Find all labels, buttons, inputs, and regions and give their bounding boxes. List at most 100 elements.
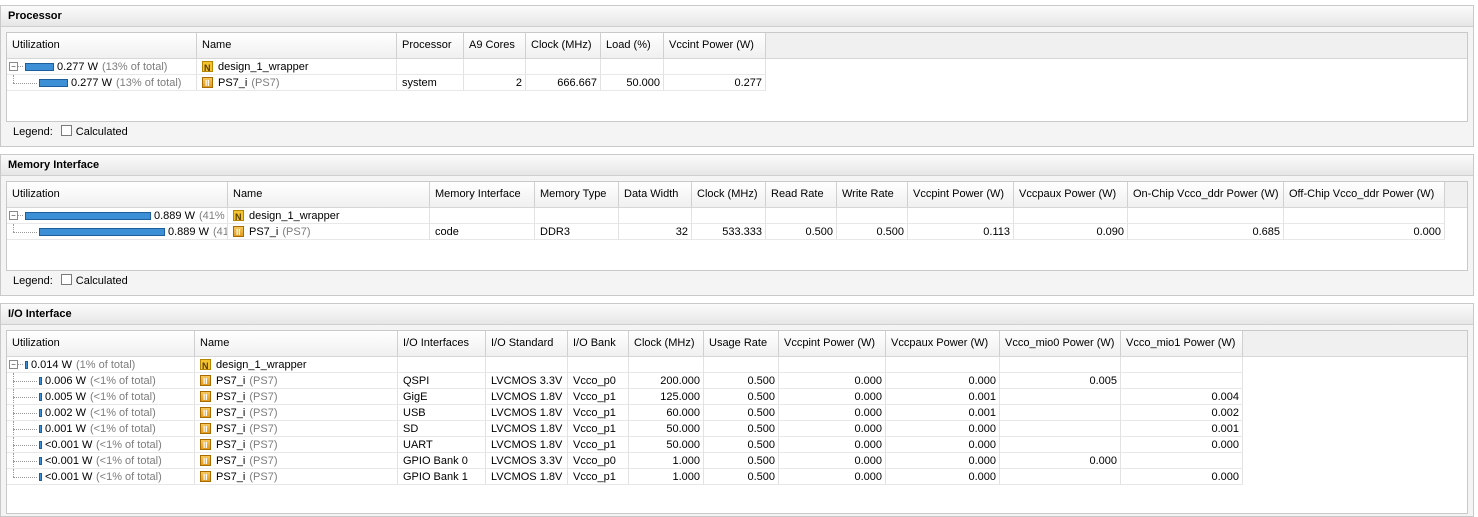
- column-header-i-o-standard[interactable]: I/O Standard: [486, 331, 568, 356]
- value-cell: QSPI: [398, 373, 486, 389]
- column-header-data-width[interactable]: Data Width: [619, 182, 692, 207]
- calculated-checkbox[interactable]: [60, 125, 72, 136]
- name-cell[interactable]: PS7_i(PS7): [195, 389, 398, 405]
- column-header-memory-type[interactable]: Memory Type: [535, 182, 619, 207]
- memory-legend: Legend: Calculated: [13, 274, 128, 287]
- column-header-load[interactable]: Load (%): [601, 33, 664, 58]
- name-cell[interactable]: PS7_i(PS7): [228, 224, 430, 240]
- value-cell: [908, 208, 1014, 224]
- utilization-cell: − 0.889 W (41% of total): [7, 208, 228, 224]
- column-header-on-chip-vcco-ddr-power-w[interactable]: On-Chip Vcco_ddr Power (W): [1128, 182, 1284, 207]
- tree-connector: [13, 83, 37, 84]
- column-header-vccint-power-w[interactable]: Vccint Power (W): [664, 33, 766, 58]
- column-header-off-chip-vcco-ddr-power-w[interactable]: Off-Chip Vcco_ddr Power (W): [1284, 182, 1445, 207]
- column-header-memory-interface[interactable]: Memory Interface: [430, 182, 535, 207]
- name-cell[interactable]: design_1_wrapper: [228, 208, 430, 224]
- column-header-name[interactable]: Name: [197, 33, 397, 58]
- tree-connector: [13, 477, 37, 478]
- utilization-value: <0.001 W: [45, 455, 93, 467]
- utilization-value: 0.014 W: [31, 359, 72, 371]
- column-header-vccpaux-power-w[interactable]: Vccpaux Power (W): [1014, 182, 1128, 207]
- processor-panel: Processor Utilization Name Processor A9 Cor…: [0, 5, 1474, 147]
- column-header-clock-mhz[interactable]: Clock (MHz): [629, 331, 704, 356]
- instance-name: PS7_i: [216, 455, 246, 467]
- instance-name: PS7_i: [218, 77, 248, 89]
- value-cell: [1121, 357, 1243, 373]
- column-header-usage-rate[interactable]: Usage Rate: [704, 331, 779, 356]
- collapse-toggle-icon[interactable]: −: [9, 62, 18, 71]
- table-row[interactable]: 0.001 W(<1% of total)PS7_i(PS7)SDLVCMOS …: [7, 421, 1243, 437]
- table-row[interactable]: − 0.277 W (13% of total) design_1_wrapper: [7, 59, 766, 75]
- name-cell[interactable]: PS7_i(PS7): [195, 373, 398, 389]
- column-header-utilization[interactable]: Utilization: [7, 33, 197, 58]
- table-row[interactable]: − 0.014 W (1% of total) design_1_wrapper: [7, 357, 1243, 373]
- ps7-ip-icon: [200, 470, 211, 484]
- column-header-utilization[interactable]: Utilization: [7, 331, 195, 356]
- instance-type: (PS7): [282, 226, 311, 238]
- utilization-cell: 0.277 W (13% of total): [7, 75, 197, 91]
- value-cell: GigE: [398, 389, 486, 405]
- column-header-name[interactable]: Name: [195, 331, 398, 356]
- table-row[interactable]: <0.001 W(<1% of total)PS7_i(PS7)GPIO Ban…: [7, 453, 1243, 469]
- utilization-bar: [39, 393, 42, 401]
- value-cell: system: [397, 75, 464, 91]
- value-cell: [1121, 373, 1243, 389]
- instance-name: PS7_i: [216, 391, 246, 403]
- value-cell: 0.500: [766, 224, 837, 240]
- column-header-utilization[interactable]: Utilization: [7, 182, 228, 207]
- column-header-clock-mhz[interactable]: Clock (MHz): [526, 33, 601, 58]
- value-cell: 533.333: [692, 224, 766, 240]
- io-table: Utilization Name I/O Interfaces I/O Standar…: [6, 330, 1468, 514]
- table-row[interactable]: 0.002 W(<1% of total)PS7_i(PS7)USBLVCMOS…: [7, 405, 1243, 421]
- name-cell[interactable]: PS7_i(PS7): [195, 469, 398, 485]
- legend-item-label: Calculated: [75, 275, 128, 287]
- table-row[interactable]: <0.001 W(<1% of total)PS7_i(PS7)GPIO Ban…: [7, 469, 1243, 485]
- value-cell: 125.000: [629, 389, 704, 405]
- column-header-vccpint-power-w[interactable]: Vccpint Power (W): [779, 331, 886, 356]
- value-cell: DDR3: [535, 224, 619, 240]
- table-row[interactable]: − 0.889 W (41% of total) design_1_wrapper: [7, 208, 1445, 224]
- collapse-toggle-icon[interactable]: −: [9, 360, 18, 369]
- collapse-toggle-icon[interactable]: −: [9, 211, 18, 220]
- table-row[interactable]: 0.006 W(<1% of total)PS7_i(PS7)QSPILVCMO…: [7, 373, 1243, 389]
- column-header-name[interactable]: Name: [228, 182, 430, 207]
- name-cell[interactable]: design_1_wrapper: [195, 357, 398, 373]
- table-row[interactable]: 0.277 W(13% of total)PS7_i(PS7)system266…: [7, 75, 766, 91]
- name-cell[interactable]: PS7_i(PS7): [195, 437, 398, 453]
- name-cell[interactable]: PS7_i(PS7): [195, 421, 398, 437]
- processor-table: Utilization Name Processor A9 Cores Clock (M…: [6, 32, 1468, 122]
- column-header-processor[interactable]: Processor: [397, 33, 464, 58]
- value-cell: UART: [398, 437, 486, 453]
- utilization-percent: (<1% of total): [90, 407, 156, 419]
- value-cell: 0.000: [886, 421, 1000, 437]
- value-cell: 0.500: [704, 421, 779, 437]
- value-cell: LVCMOS 1.8V: [486, 421, 568, 437]
- table-row[interactable]: 0.889 W(41% of total)PS7_i(PS7)codeDDR33…: [7, 224, 1445, 240]
- tree-connector: [13, 461, 37, 462]
- name-cell[interactable]: PS7_i(PS7): [195, 453, 398, 469]
- value-cell: [1128, 208, 1284, 224]
- column-header-a9-cores[interactable]: A9 Cores: [464, 33, 526, 58]
- column-header-vccpint-power-w[interactable]: Vccpint Power (W): [908, 182, 1014, 207]
- column-header-write-rate[interactable]: Write Rate: [837, 182, 908, 207]
- table-row[interactable]: <0.001 W(<1% of total)PS7_i(PS7)UARTLVCM…: [7, 437, 1243, 453]
- ps7-ip-icon: [233, 225, 244, 239]
- value-cell: 0.000: [1121, 437, 1243, 453]
- column-header-clock-mhz[interactable]: Clock (MHz): [692, 182, 766, 207]
- name-cell[interactable]: PS7_i(PS7): [197, 75, 397, 91]
- column-header-i-o-bank[interactable]: I/O Bank: [568, 331, 629, 356]
- value-cell: 200.000: [629, 373, 704, 389]
- name-cell[interactable]: PS7_i(PS7): [195, 405, 398, 421]
- column-header-vcco-mio1-power-w[interactable]: Vcco_mio1 Power (W): [1121, 331, 1243, 356]
- utilization-cell: − 0.014 W (1% of total): [7, 357, 195, 373]
- column-header-i-o-interfaces[interactable]: I/O Interfaces: [398, 331, 486, 356]
- name-cell[interactable]: design_1_wrapper: [197, 59, 397, 75]
- column-header-read-rate[interactable]: Read Rate: [766, 182, 837, 207]
- column-header-vccpaux-power-w[interactable]: Vccpaux Power (W): [886, 331, 1000, 356]
- tree-connector: [13, 224, 14, 232]
- calculated-checkbox[interactable]: [60, 274, 72, 285]
- column-header-vcco-mio0-power-w[interactable]: Vcco_mio0 Power (W): [1000, 331, 1121, 356]
- tree-connector: [13, 413, 37, 414]
- ps7-ip-icon: [200, 374, 211, 388]
- table-row[interactable]: 0.005 W(<1% of total)PS7_i(PS7)GigELVCMO…: [7, 389, 1243, 405]
